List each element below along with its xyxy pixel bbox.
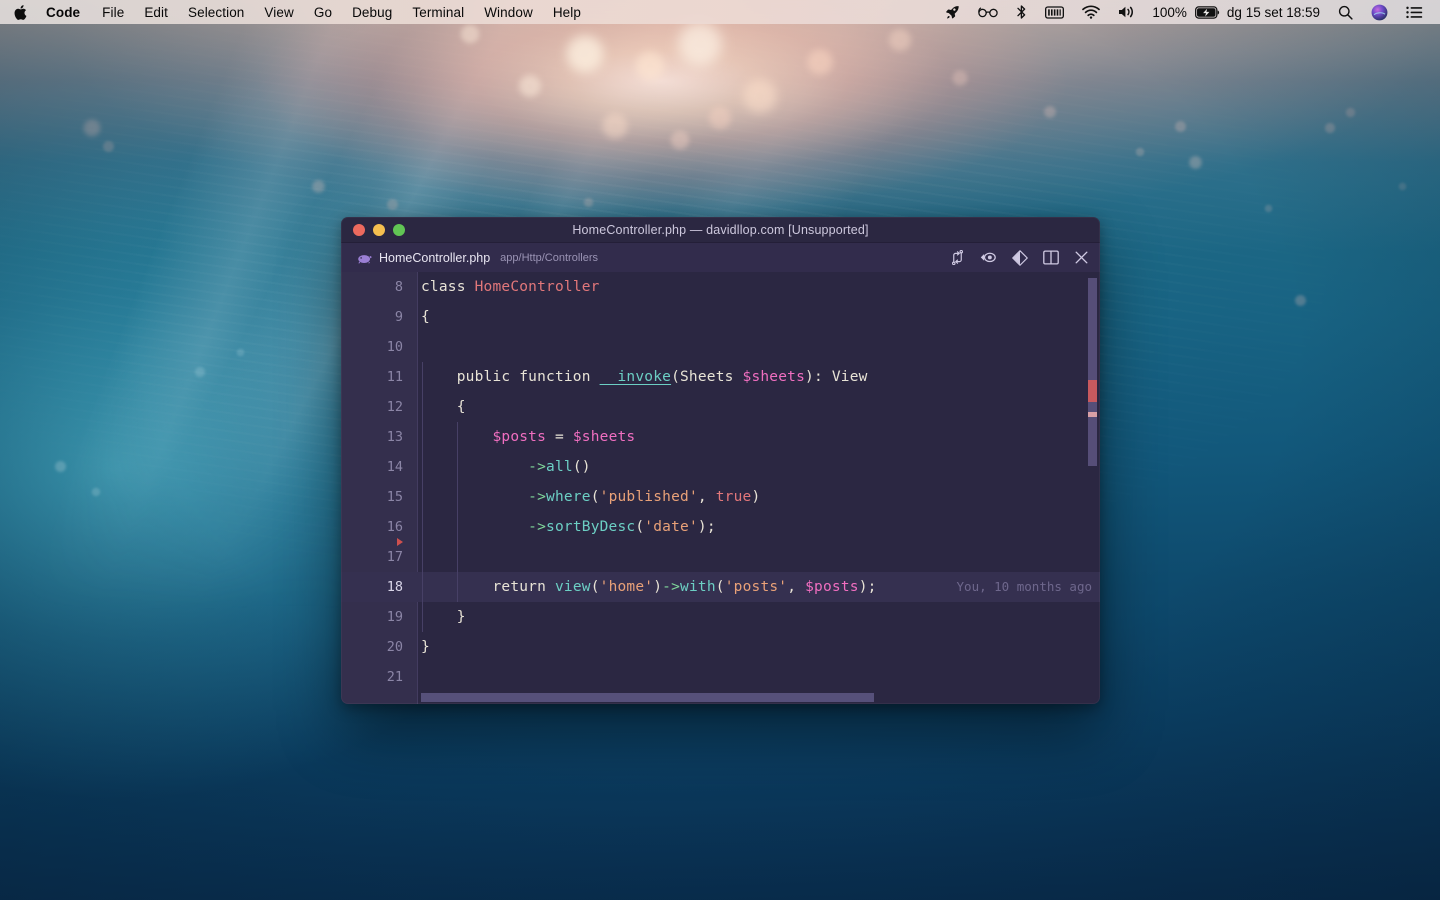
indent-guide xyxy=(422,542,423,572)
line-number: 13 xyxy=(386,429,403,445)
line-number: 8 xyxy=(394,279,403,295)
line-number: 15 xyxy=(386,489,403,505)
tab-homecontroller[interactable]: HomeController.php app/Http/Controllers xyxy=(357,243,598,272)
change-marker xyxy=(1088,412,1097,417)
battery-charging-icon[interactable] xyxy=(1194,0,1223,24)
code-line[interactable]: 20} xyxy=(341,632,1100,662)
code-text: ->sortByDesc('date'); xyxy=(528,519,716,535)
line-number: 19 xyxy=(386,609,403,625)
line-number: 20 xyxy=(386,639,403,655)
code-text: } xyxy=(421,609,466,625)
line-number: 11 xyxy=(386,369,403,385)
siri-icon[interactable] xyxy=(1362,0,1397,24)
menu-item-debug[interactable]: Debug xyxy=(342,0,402,24)
code-text: class HomeController xyxy=(421,279,600,295)
window-title: HomeController.php — davidllop.com [Unsu… xyxy=(572,222,869,237)
horizontal-scrollbar-thumb[interactable] xyxy=(421,693,874,702)
menu-item-selection[interactable]: Selection xyxy=(178,0,254,24)
menu-item-window[interactable]: Window xyxy=(474,0,543,24)
rocket-icon[interactable] xyxy=(936,0,969,24)
code-editor-area[interactable]: 8 class HomeController 9{10 11 public funct… xyxy=(341,272,1100,704)
menu-item-go[interactable]: Go xyxy=(304,0,342,24)
editor-tab-bar: HomeController.php app/Http/Controllers xyxy=(341,243,1100,272)
zoom-button[interactable] xyxy=(393,223,405,236)
code-text: return view('home')->with('posts', $post… xyxy=(492,579,877,595)
line-number: 9 xyxy=(394,309,403,325)
go-back-icon[interactable] xyxy=(980,249,997,266)
compare-changes-icon[interactable] xyxy=(949,249,966,266)
code-text: { xyxy=(421,309,430,325)
horizontal-scrollbar[interactable] xyxy=(421,692,1100,704)
code-line[interactable]: 10 xyxy=(341,332,1100,362)
tab-filepath: app/Http/Controllers xyxy=(500,251,598,264)
code-text: } xyxy=(421,639,430,655)
code-text: ->all() xyxy=(528,459,591,475)
git-blame-annotation: You, 10 months ago xyxy=(956,579,1092,594)
window-controls[interactable] xyxy=(341,223,405,236)
split-diff-icon[interactable] xyxy=(1011,249,1028,266)
minimize-button[interactable] xyxy=(373,223,385,236)
php-elephant-icon xyxy=(357,252,372,264)
bluetooth-icon[interactable] xyxy=(1007,0,1036,24)
code-line[interactable]: 13 $posts = $sheets xyxy=(341,422,1100,452)
code-line[interactable]: 16 ->sortByDesc('date'); xyxy=(341,512,1100,546)
code-line[interactable]: 19 } xyxy=(341,602,1100,632)
code-line[interactable]: 21 xyxy=(341,662,1100,692)
menu-item-edit[interactable]: Edit xyxy=(134,0,178,24)
desktop: Code File Edit Selection View Go Debug T… xyxy=(0,0,1440,900)
code-line[interactable]: 18 return view('home')->with('posts', $p… xyxy=(341,572,1100,602)
glasses-icon[interactable] xyxy=(969,0,1007,24)
menu-item-terminal[interactable]: Terminal xyxy=(402,0,474,24)
code-line[interactable]: 12 { xyxy=(341,392,1100,422)
menu-item-file[interactable]: File xyxy=(92,0,134,24)
split-editor-icon[interactable] xyxy=(1042,249,1059,266)
line-number: 16 xyxy=(386,519,403,535)
code-text: ->where('published', true) xyxy=(528,489,761,505)
code-lines[interactable]: 8 class HomeController 9{10 11 public funct… xyxy=(341,272,1100,692)
battery-module-icon[interactable] xyxy=(1036,0,1073,24)
wifi-icon[interactable] xyxy=(1073,0,1109,24)
line-number: 17 xyxy=(386,549,403,565)
apple-logo-icon[interactable] xyxy=(0,0,40,24)
battery-percent-label: 100% xyxy=(1152,4,1187,20)
code-line[interactable]: 15 ->where('published', true) xyxy=(341,482,1100,512)
close-tab-icon[interactable] xyxy=(1073,249,1090,266)
vertical-scrollbar-thumb[interactable] xyxy=(1088,278,1097,466)
line-number: 10 xyxy=(386,339,403,355)
code-text: { xyxy=(421,399,466,415)
volume-icon[interactable] xyxy=(1109,0,1145,24)
control-center-icon[interactable] xyxy=(1397,0,1432,24)
menu-app-name[interactable]: Code xyxy=(40,0,92,24)
menu-clock[interactable]: dg 15 set 18:59 xyxy=(1223,5,1329,20)
code-line[interactable]: 11 public function __invoke(Sheets $shee… xyxy=(341,362,1100,392)
search-icon[interactable] xyxy=(1329,0,1362,24)
line-number: 21 xyxy=(386,669,403,685)
indent-guide xyxy=(456,542,458,572)
code-line[interactable]: 14 ->all() xyxy=(341,452,1100,482)
tab-filename: HomeController.php xyxy=(379,250,491,265)
code-text: $posts = $sheets xyxy=(492,429,636,445)
code-line[interactable]: 17 xyxy=(341,542,1100,572)
code-line[interactable]: 9{ xyxy=(341,302,1100,332)
window-titlebar[interactable]: HomeController.php — davidllop.com [Unsu… xyxy=(341,217,1100,243)
line-number: 14 xyxy=(386,459,403,475)
line-number: 12 xyxy=(386,399,403,415)
code-text: public function __invoke(Sheets $sheets)… xyxy=(421,369,868,385)
menu-item-help[interactable]: Help xyxy=(543,0,591,24)
error-marker xyxy=(1088,380,1097,402)
tab-actions xyxy=(949,249,1090,266)
code-editor-window[interactable]: HomeController.php — davidllop.com [Unsu… xyxy=(341,217,1100,704)
line-number: 18 xyxy=(386,579,403,595)
code-line[interactable]: 8 class HomeController xyxy=(341,272,1100,302)
vertical-scrollbar[interactable] xyxy=(1087,272,1098,704)
close-button[interactable] xyxy=(353,223,365,236)
menu-item-view[interactable]: View xyxy=(254,0,303,24)
menu-bar: Code File Edit Selection View Go Debug T… xyxy=(0,0,1440,24)
